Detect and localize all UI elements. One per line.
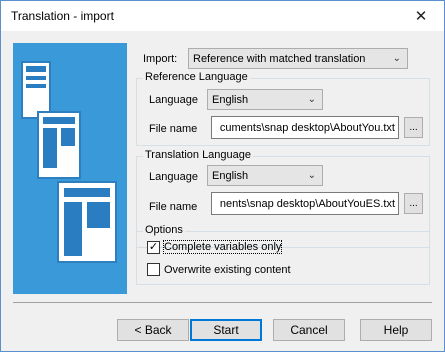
import-dialog: Translation - import ✕ Import: Reference… xyxy=(0,0,445,352)
complete-variables-checkbox[interactable]: ✓ xyxy=(147,241,160,254)
help-button[interactable]: Help xyxy=(360,319,432,341)
translation-language-value: English xyxy=(212,169,249,182)
title-bar: Translation - import ✕ xyxy=(1,1,444,31)
import-label: Import: xyxy=(143,53,178,65)
reference-browse-button[interactable]: ... xyxy=(404,117,423,138)
dialog-body: Import: Reference with matched translati… xyxy=(1,31,444,351)
document-illustration-icon xyxy=(57,181,117,263)
options-group: Options xyxy=(136,224,430,285)
overwrite-checkbox[interactable] xyxy=(147,263,160,276)
translation-file-value: nents\snap desktop\AboutYouES.txt xyxy=(219,197,395,210)
footer-divider xyxy=(13,302,432,303)
import-mode-select[interactable]: Reference with matched translation ⌄ xyxy=(188,48,408,69)
wizard-illustration xyxy=(13,43,127,294)
translation-file-input[interactable]: nents\snap desktop\AboutYouES.txt xyxy=(211,192,399,215)
reference-file-label: File name xyxy=(149,123,198,135)
translation-language-select[interactable]: English ⌄ xyxy=(207,165,323,186)
reference-file-value: cuments\snap desktop\AboutYou.txt xyxy=(219,121,395,134)
check-icon: ✓ xyxy=(148,241,159,253)
reference-language-select[interactable]: English ⌄ xyxy=(207,89,323,110)
chevron-down-icon: ⌄ xyxy=(307,94,316,105)
cancel-button[interactable]: Cancel xyxy=(273,319,345,341)
back-button[interactable]: < Back xyxy=(117,319,189,341)
translation-group-title: Translation Language xyxy=(143,149,254,161)
translation-language-label: Language xyxy=(149,171,198,183)
reference-file-input[interactable]: cuments\snap desktop\AboutYou.txt xyxy=(211,116,399,139)
overwrite-label[interactable]: Overwrite existing content xyxy=(164,264,291,276)
complete-variables-label[interactable]: Complete variables only xyxy=(162,240,283,254)
reference-group-title: Reference Language xyxy=(143,71,250,83)
options-group-title: Options xyxy=(143,224,185,236)
chevron-down-icon: ⌄ xyxy=(307,170,316,181)
reference-language-label: Language xyxy=(149,94,198,106)
window-title: Translation - import xyxy=(11,9,114,23)
translation-file-label: File name xyxy=(149,201,198,213)
import-mode-value: Reference with matched translation xyxy=(193,52,366,65)
document-illustration-icon xyxy=(37,111,81,179)
start-button[interactable]: Start xyxy=(190,319,262,341)
close-button[interactable]: ✕ xyxy=(398,1,444,31)
chevron-down-icon: ⌄ xyxy=(392,53,401,64)
close-icon: ✕ xyxy=(414,8,428,25)
reference-language-value: English xyxy=(212,93,249,106)
translation-browse-button[interactable]: ... xyxy=(404,193,423,214)
